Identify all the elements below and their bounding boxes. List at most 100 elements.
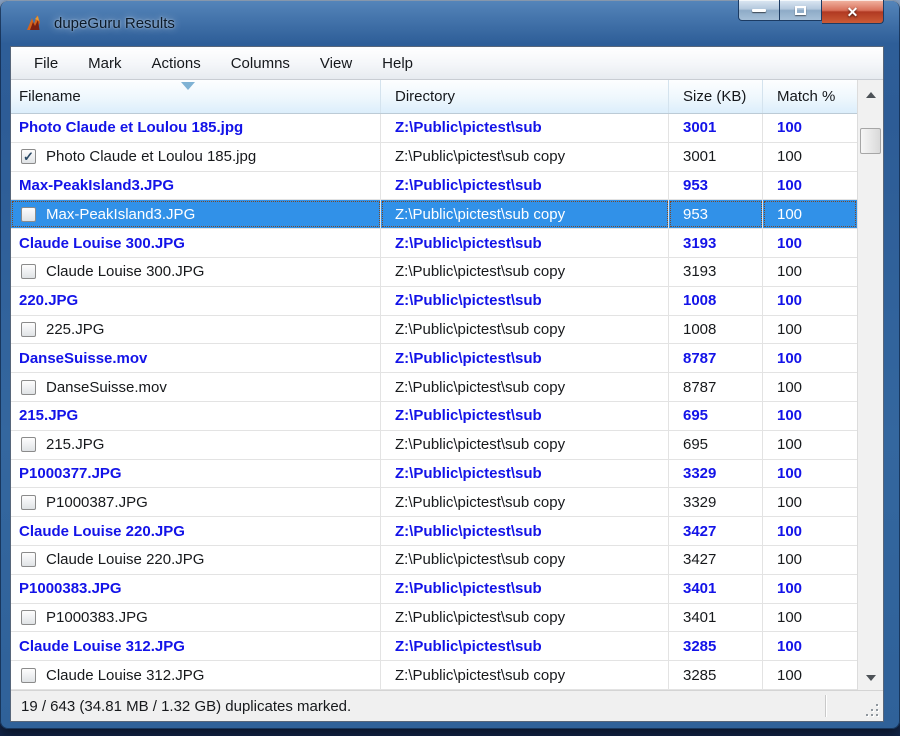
filename-text: 225.JPG [46, 321, 104, 338]
filename-cell: P1000377.JPG [11, 460, 381, 488]
size-cell: 953 [669, 172, 763, 200]
filename-cell: DanseSuisse.mov [11, 344, 381, 372]
duplicate-row[interactable]: Claude Louise 312.JPGZ:\Public\pictest\s… [11, 661, 857, 690]
match-cell: 100 [763, 200, 857, 228]
directory-cell: Z:\Public\pictest\sub [381, 517, 669, 545]
menu-mark[interactable]: Mark [73, 50, 136, 77]
resize-grip[interactable] [864, 702, 878, 716]
reference-row[interactable]: Photo Claude et Loulou 185.jpg Z:\Public\… [11, 114, 857, 143]
menu-view[interactable]: View [305, 50, 367, 77]
match-cell: 100 [763, 114, 857, 142]
match-cell: 100 [763, 287, 857, 315]
menu-actions[interactable]: Actions [137, 50, 216, 77]
match-cell: 100 [763, 258, 857, 286]
reference-row[interactable]: Claude Louise 220.JPGZ:\Public\pictest\s… [11, 517, 857, 546]
scroll-up-button[interactable] [858, 80, 883, 110]
duplicate-row[interactable]: P1000383.JPGZ:\Public\pictest\sub copy34… [11, 604, 857, 633]
mark-checkbox-checked[interactable]: ✓ [21, 149, 36, 164]
duplicate-row[interactable]: DanseSuisse.movZ:\Public\pictest\sub cop… [11, 373, 857, 402]
mark-checkbox[interactable] [21, 552, 36, 567]
menu-columns[interactable]: Columns [216, 50, 305, 77]
duplicate-row[interactable]: ✓ Photo Claude et Loulou 185.jpg Z:\Public… [11, 143, 857, 172]
reference-row[interactable]: P1000377.JPGZ:\Public\pictest\sub3329100 [11, 460, 857, 489]
reference-row[interactable]: Claude Louise 300.JPGZ:\Public\pictest\s… [11, 229, 857, 258]
scrollbar-thumb[interactable] [860, 128, 881, 154]
column-header-filename[interactable]: Filename [11, 80, 381, 113]
client-area: File Mark Actions Columns View Help File… [10, 46, 884, 722]
dupeguru-app-icon [24, 13, 44, 33]
size-cell: 1008 [669, 287, 763, 315]
close-button[interactable]: ✕ [822, 0, 884, 24]
vertical-scrollbar[interactable] [857, 80, 883, 690]
menu-file[interactable]: File [19, 50, 73, 77]
filename-text: Max-PeakIsland3.JPG [46, 206, 195, 223]
title-bar[interactable]: dupeGuru Results ✕ [0, 0, 900, 46]
duplicate-row[interactable]: 215.JPGZ:\Public\pictest\sub copy695100 [11, 431, 857, 460]
mark-checkbox[interactable] [21, 264, 36, 279]
size-cell: 3285 [669, 632, 763, 660]
mark-checkbox[interactable] [21, 322, 36, 337]
match-cell: 100 [763, 546, 857, 574]
reference-row[interactable]: P1000383.JPGZ:\Public\pictest\sub3401100 [11, 575, 857, 604]
filename-text: P1000383.JPG [19, 580, 122, 597]
duplicate-row[interactable]: Claude Louise 300.JPGZ:\Public\pictest\s… [11, 258, 857, 287]
scroll-down-button[interactable] [858, 666, 883, 690]
close-icon: ✕ [847, 5, 859, 19]
window-title: dupeGuru Results [54, 15, 175, 32]
directory-cell: Z:\Public\pictest\sub copy [381, 373, 669, 401]
sort-descending-icon [181, 82, 195, 90]
column-header-directory[interactable]: Directory [381, 80, 669, 113]
minimize-button[interactable] [738, 0, 780, 21]
filename-cell: Max-PeakIsland3.JPG [11, 200, 381, 228]
filename-cell: Claude Louise 300.JPG [11, 229, 381, 257]
directory-cell: Z:\Public\pictest\sub [381, 575, 669, 603]
reference-row[interactable]: DanseSuisse.movZ:\Public\pictest\sub8787… [11, 344, 857, 373]
maximize-button[interactable] [780, 0, 822, 21]
filename-text: Claude Louise 220.JPG [46, 551, 204, 568]
menu-help[interactable]: Help [367, 50, 428, 77]
mark-checkbox[interactable] [21, 437, 36, 452]
size-cell: 3401 [669, 604, 763, 632]
reference-row[interactable]: Max-PeakIsland3.JPGZ:\Public\pictest\sub… [11, 172, 857, 201]
directory-cell: Z:\Public\pictest\sub [381, 287, 669, 315]
mark-checkbox[interactable] [21, 668, 36, 683]
filename-text: P1000377.JPG [19, 465, 122, 482]
filename-text: Photo Claude et Loulou 185.jpg [19, 119, 243, 136]
filename-cell: P1000387.JPG [11, 488, 381, 516]
column-header-size-label: Size (KB) [683, 88, 746, 105]
directory-cell: Z:\Public\pictest\sub [381, 114, 669, 142]
column-header-match[interactable]: Match % [763, 80, 857, 113]
filename-cell: 220.JPG [11, 287, 381, 315]
reference-row[interactable]: 220.JPGZ:\Public\pictest\sub1008100 [11, 287, 857, 316]
filename-text: P1000387.JPG [46, 494, 148, 511]
duplicate-row[interactable]: Claude Louise 220.JPGZ:\Public\pictest\s… [11, 546, 857, 575]
duplicate-row[interactable]: P1000387.JPGZ:\Public\pictest\sub copy33… [11, 488, 857, 517]
filename-text: Claude Louise 312.JPG [46, 667, 204, 684]
size-cell: 3401 [669, 575, 763, 603]
directory-cell: Z:\Public\pictest\sub copy [381, 258, 669, 286]
scrollbar-track[interactable] [858, 110, 883, 666]
match-cell: 100 [763, 316, 857, 344]
directory-cell: Z:\Public\pictest\sub copy [381, 604, 669, 632]
filename-text: Claude Louise 312.JPG [19, 638, 185, 655]
match-cell: 100 [763, 229, 857, 257]
reference-row[interactable]: 215.JPGZ:\Public\pictest\sub695100 [11, 402, 857, 431]
scroll-up-icon [866, 92, 876, 98]
mark-checkbox[interactable] [21, 610, 36, 625]
duplicate-row[interactable]: Max-PeakIsland3.JPGZ:\Public\pictest\sub… [11, 200, 857, 229]
column-header-size[interactable]: Size (KB) [669, 80, 763, 113]
reference-row[interactable]: Claude Louise 312.JPGZ:\Public\pictest\s… [11, 632, 857, 661]
directory-cell: Z:\Public\pictest\sub copy [381, 488, 669, 516]
dupeguru-results-window: dupeGuru Results ✕ File Mark Actions Col… [0, 0, 900, 729]
mark-checkbox[interactable] [21, 207, 36, 222]
column-header-row: Filename Directory Size (KB) Match % [11, 80, 857, 114]
mark-checkbox[interactable] [21, 495, 36, 510]
directory-cell: Z:\Public\pictest\sub copy [381, 143, 669, 171]
mark-checkbox[interactable] [21, 380, 36, 395]
directory-cell: Z:\Public\pictest\sub [381, 460, 669, 488]
filename-text: Photo Claude et Loulou 185.jpg [46, 148, 256, 165]
duplicates-marked-status: 19 / 643 (34.81 MB / 1.32 GB) duplicates… [21, 698, 351, 715]
filename-text: 215.JPG [19, 407, 78, 424]
size-cell: 8787 [669, 373, 763, 401]
duplicate-row[interactable]: 225.JPGZ:\Public\pictest\sub copy1008100 [11, 316, 857, 345]
